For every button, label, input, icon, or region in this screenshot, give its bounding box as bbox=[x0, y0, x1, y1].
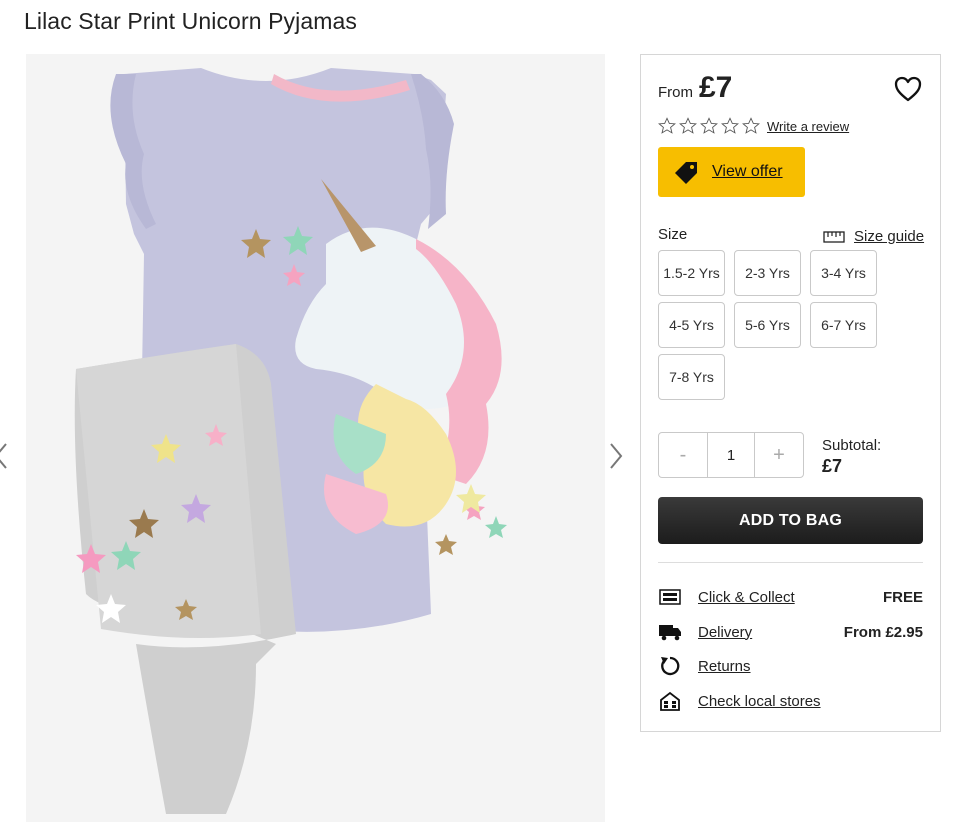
size-option[interactable]: 6-7 Yrs bbox=[810, 302, 877, 348]
view-offer-button[interactable]: View offer bbox=[658, 147, 805, 197]
price-from-label: From bbox=[658, 84, 693, 101]
chevron-right-icon bbox=[610, 443, 623, 469]
quantity-value[interactable]: 1 bbox=[707, 433, 755, 477]
size-option[interactable]: 1.5-2 Yrs bbox=[658, 250, 725, 296]
click-collect-link[interactable]: Click & Collect bbox=[698, 589, 795, 606]
quantity-increase-button[interactable]: + bbox=[755, 433, 803, 477]
size-options: 1.5-2 Yrs 2-3 Yrs 3-4 Yrs 4-5 Yrs 5-6 Yr… bbox=[658, 250, 883, 400]
returns-link[interactable]: Returns bbox=[698, 658, 751, 675]
quantity-decrease-button[interactable]: - bbox=[659, 433, 707, 477]
service-delivery: Delivery From £2.95 bbox=[658, 620, 923, 644]
heart-icon bbox=[894, 76, 922, 102]
rating-star-icon bbox=[700, 117, 718, 134]
size-option[interactable]: 7-8 Yrs bbox=[658, 354, 725, 400]
size-label: Size bbox=[658, 226, 688, 243]
add-to-bag-button[interactable]: ADD TO BAG bbox=[658, 497, 923, 544]
subtotal-label: Subtotal: bbox=[822, 437, 882, 454]
product-title: Lilac Star Print Unicorn Pyjamas bbox=[24, 8, 357, 34]
rating-star-icon bbox=[679, 117, 697, 134]
size-option[interactable]: 5-6 Yrs bbox=[734, 302, 801, 348]
rating-stars bbox=[658, 117, 763, 135]
size-option[interactable]: 2-3 Yrs bbox=[734, 250, 801, 296]
subtotal-value: £7 bbox=[822, 456, 843, 476]
rating-row: Write a review bbox=[658, 117, 849, 135]
product-image bbox=[26, 54, 605, 822]
write-review-link[interactable]: Write a review bbox=[767, 119, 849, 134]
size-guide-label: Size guide bbox=[854, 228, 925, 245]
size-option[interactable]: 3-4 Yrs bbox=[810, 250, 877, 296]
purchase-panel: From £7 Write a review View offer Size S… bbox=[640, 54, 941, 732]
rating-star-icon bbox=[742, 117, 760, 134]
divider bbox=[658, 562, 923, 563]
ruler-icon bbox=[823, 230, 845, 243]
subtotal: Subtotal: £7 bbox=[822, 437, 881, 477]
rating-star-icon bbox=[658, 117, 676, 134]
view-offer-label: View offer bbox=[712, 163, 783, 180]
service-click-collect: Click & Collect FREE bbox=[658, 585, 923, 609]
returns-icon bbox=[658, 655, 682, 677]
price-tag-icon bbox=[675, 162, 697, 184]
check-local-stores-link[interactable]: Check local stores bbox=[698, 693, 821, 710]
store-icon bbox=[658, 690, 682, 712]
size-guide-link[interactable]: Size guide bbox=[823, 228, 924, 245]
gallery-next-button[interactable] bbox=[605, 436, 629, 476]
delivery-truck-icon bbox=[658, 621, 682, 643]
delivery-link[interactable]: Delivery bbox=[698, 624, 752, 641]
service-local-stores: Check local stores bbox=[658, 689, 923, 713]
rating-star-icon bbox=[721, 117, 739, 134]
service-returns: Returns bbox=[658, 654, 923, 678]
price-value: £7 bbox=[699, 71, 733, 104]
size-option[interactable]: 4-5 Yrs bbox=[658, 302, 725, 348]
click-collect-icon bbox=[658, 586, 682, 608]
price: From £7 bbox=[658, 71, 732, 105]
gallery-prev-button[interactable] bbox=[0, 436, 16, 476]
click-collect-price: FREE bbox=[882, 588, 923, 606]
wishlist-heart-button[interactable] bbox=[893, 75, 923, 103]
pyjamas-illustration bbox=[26, 54, 605, 822]
quantity-stepper: - 1 + bbox=[658, 432, 804, 478]
chevron-left-icon bbox=[0, 443, 7, 469]
delivery-price: From £2.95 bbox=[843, 623, 923, 641]
